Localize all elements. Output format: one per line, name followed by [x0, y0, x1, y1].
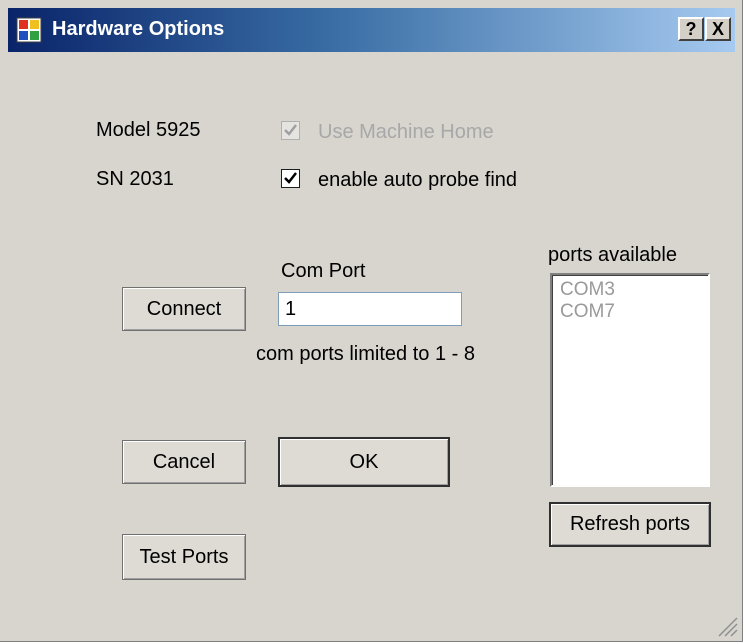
auto-probe-find-label: enable auto probe find	[318, 169, 518, 191]
auto-probe-find-checkbox[interactable]	[281, 169, 300, 188]
use-machine-home-checkbox[interactable]	[281, 121, 300, 140]
com-port-input[interactable]	[278, 292, 462, 326]
ports-listbox[interactable]: COM3 COM7	[550, 273, 710, 487]
com-port-label: Com Port	[281, 260, 366, 282]
list-item[interactable]: COM3	[560, 279, 700, 301]
model-label: Model 5925	[96, 119, 201, 141]
app-window-icon	[16, 17, 42, 43]
resize-grip-icon[interactable]	[716, 615, 738, 637]
test-ports-button[interactable]: Test Ports	[122, 534, 246, 580]
use-machine-home-label: Use Machine Home	[318, 121, 494, 143]
title-bar[interactable]: Hardware Options ? X	[8, 8, 735, 52]
check-mark-icon	[284, 124, 297, 136]
help-button[interactable]: ?	[678, 17, 704, 41]
refresh-ports-button[interactable]: Refresh ports	[549, 502, 711, 547]
ports-available-label: ports available	[548, 244, 677, 266]
window-title: Hardware Options	[52, 18, 225, 40]
ok-button[interactable]: OK	[278, 437, 450, 487]
serial-number-label: SN 2031	[96, 168, 174, 190]
connect-button[interactable]: Connect	[122, 287, 246, 331]
list-item[interactable]: COM7	[560, 301, 700, 323]
close-button[interactable]: X	[705, 17, 731, 41]
hardware-options-dialog: Hardware Options ? X Model 5925 SN 2031 …	[0, 0, 743, 642]
cancel-button[interactable]: Cancel	[122, 440, 246, 484]
check-mark-icon	[284, 172, 297, 184]
com-port-hint: com ports limited to 1 - 8	[256, 343, 475, 365]
